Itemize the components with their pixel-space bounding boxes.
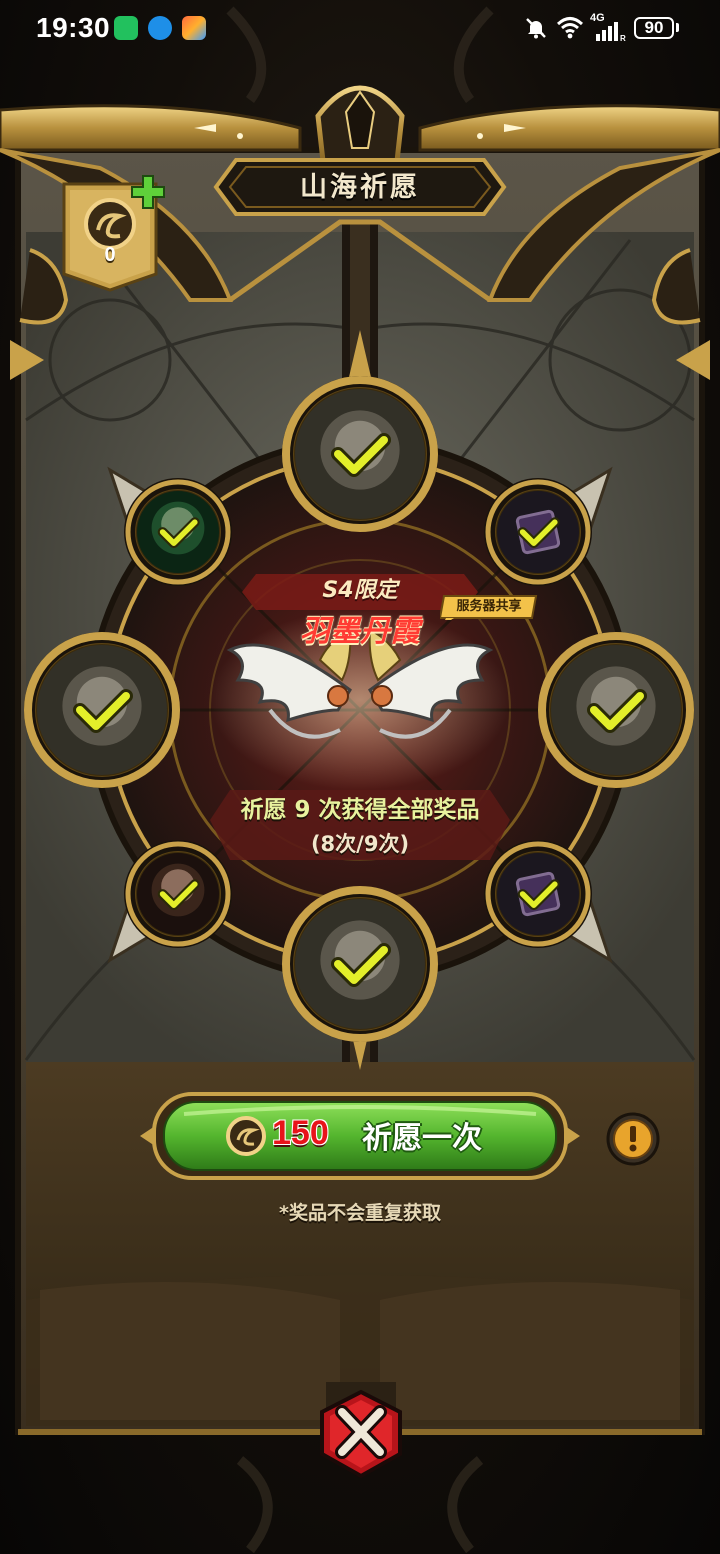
season-label: S4限定 (322, 578, 398, 603)
reward-node-upper-right[interactable] (482, 476, 594, 588)
reward-node-upper-left[interactable] (122, 476, 234, 588)
exclamation-icon (630, 1126, 636, 1142)
game-screen: 19:30 4G R 90 山海祈愿 0 S4限定 羽墨丹霞 服务器共享 祈愿 … (0, 0, 720, 1554)
server-shared-tag: 服务器共享 (456, 599, 522, 614)
reward-node-top[interactable] (280, 374, 440, 534)
wish-button-label: 祈愿一次 (362, 1121, 482, 1156)
wish-cost: 150 (272, 1114, 329, 1152)
reward-node-left[interactable] (22, 630, 182, 790)
wish-info: 祈愿 9 次获得全部奖品 (240, 797, 480, 823)
wish-progress: (8次/9次) (310, 832, 410, 856)
info-button[interactable] (606, 1112, 660, 1166)
no-repeat-note: *奖品不会重复获取 (279, 1202, 441, 1224)
reward-node-right[interactable] (536, 630, 696, 790)
currency-count: 0 (104, 244, 116, 266)
close-button[interactable] (316, 1382, 406, 1482)
wish-once-button[interactable] (140, 1090, 580, 1182)
featured-reward-name: 羽墨丹霞 (300, 614, 420, 649)
page-title: 山海祈愿 (300, 172, 420, 203)
plus-icon[interactable] (130, 174, 166, 210)
reward-node-bottom[interactable] (280, 884, 440, 1044)
